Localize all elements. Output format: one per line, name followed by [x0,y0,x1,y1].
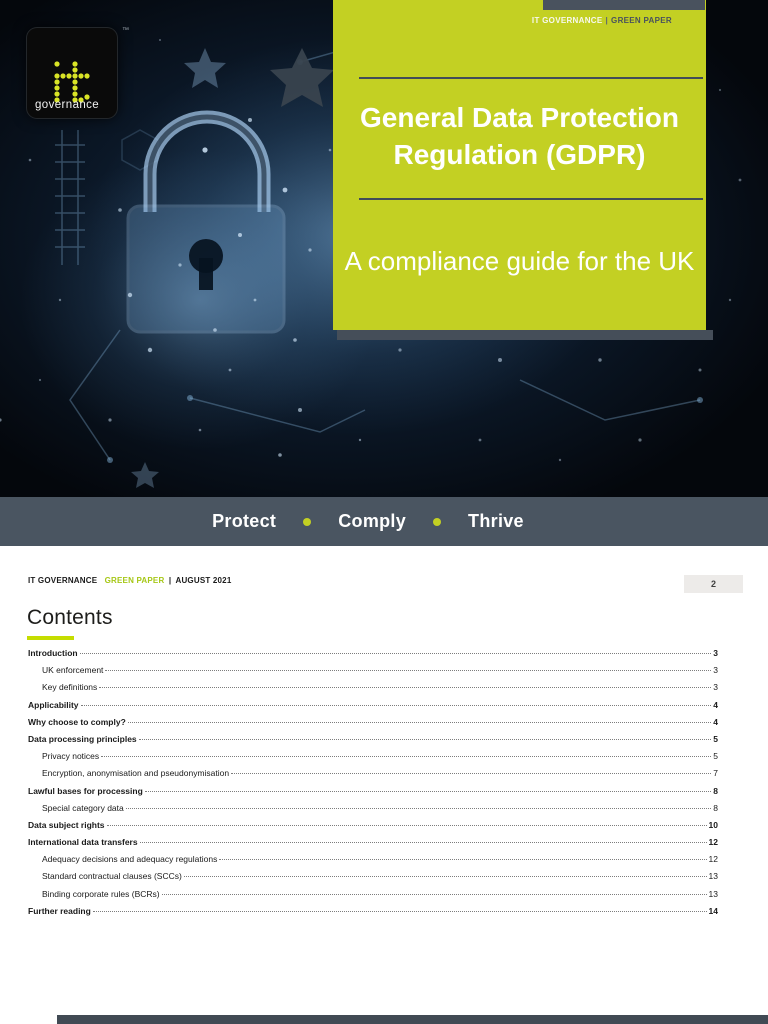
title-divider-top [359,77,703,79]
toc-entry[interactable]: International data transfers 12 [28,834,718,851]
toc-entry-page-number: 7 [713,768,718,779]
toc-entry[interactable]: Why choose to comply? 4 [28,714,718,731]
kicker-brand: IT GOVERNANCE [531,16,603,25]
tagline-thrive: Thrive [468,511,524,531]
toc-entry-page-number: 5 [713,733,718,744]
kicker-separator: | [605,16,609,25]
toc-entry[interactable]: Further reading 14 [28,903,718,920]
toc-entry-page-number: 12 [708,854,718,865]
toc-dotted-leader [79,653,712,654]
toc-entry-label: Further reading [28,905,91,916]
cover-title-line2: Regulation (GDPR) [393,139,646,170]
toc-entry-label: Introduction [28,648,78,658]
toc-entry-page-number: 13 [708,871,718,882]
toc-dotted-leader [183,876,707,878]
tagline-dot-icon [433,517,442,526]
toc-entry[interactable]: Applicability 4 [28,697,718,714]
cover-subtitle: A compliance guide for the UK [344,246,695,276]
contents-page: IT GOVERNANCE GREEN PAPER | AUGUST 2021 … [0,546,768,1015]
header-separator: | [168,576,172,585]
toc-entry-page-number: 5 [713,751,718,762]
toc-entry-page-number: 4 [713,699,718,710]
page-number-badge: 2 [684,575,743,593]
toc-entry-label: Applicability [28,699,79,710]
toc-entry-label: Special category data [42,802,124,813]
cover-page: ™ governance IT GOVERNANCE | GREEN PAPER G… [0,0,768,497]
contents-heading-underline [27,636,74,640]
toc-dotted-leader [219,859,707,861]
toc-entry[interactable]: Data processing principles 5 [28,731,718,748]
header-date: AUGUST 2021 [175,576,232,585]
toc-dotted-leader [101,756,712,758]
toc-entry[interactable]: Adequacy decisions and adequacy regulati… [28,851,718,868]
toc-entry-page-number: 12 [708,837,718,848]
toc-entry-page-number: 3 [713,665,718,676]
toc-dotted-leader [80,704,712,706]
table-of-contents: Introduction 3 UK enforcement 3 Key definiti… [28,645,718,920]
toc-dotted-leader [138,738,712,740]
cover-title: General Data Protection Regulation (GDPR… [333,99,706,173]
cover-title-line1: General Data Protection [360,102,679,133]
toc-entry[interactable]: Encryption, anonymisation and pseudonymi… [28,765,718,782]
cover-kicker: IT GOVERNANCE | GREEN PAPER [532,16,672,25]
toc-entry-label: Lawful bases for processing [28,785,143,796]
toc-entry-label: Binding corporate rules (BCRs) [42,888,160,899]
panel-drop-shadow [337,330,713,340]
toc-entry[interactable]: Lawful bases for processing 8 [28,783,718,800]
toc-entry[interactable]: Introduction 3 [28,645,718,662]
toc-entry-page-number: 8 [713,802,718,813]
toc-entry-label: Data subject rights [28,819,105,830]
toc-entry-label: UK enforcement [42,665,104,676]
kicker-type: GREEN PAPER [611,16,672,25]
cover-title-panel: IT GOVERNANCE | GREEN PAPER General Data P… [333,0,706,330]
toc-dotted-leader [99,687,712,689]
toc-entry-page-number: 3 [713,648,718,658]
next-page-top-edge [57,1015,768,1024]
toc-dotted-leader [105,670,712,672]
toc-dotted-leader [144,790,712,792]
toc-entry-label: Key definitions [42,682,98,693]
toc-entry[interactable]: Key definitions 3 [28,679,718,696]
toc-dotted-leader [231,773,712,775]
toc-entry-label: Why choose to comply? [28,716,126,727]
it-governance-logo: ™ governance [27,27,129,118]
toc-entry-page-number: 8 [713,785,718,796]
toc-entry[interactable]: Data subject rights 10 [28,817,718,834]
toc-entry[interactable]: Special category data 8 [28,800,718,817]
tagline-bar: Protect Comply Thrive [0,497,768,546]
toc-entry-page-number: 10 [708,819,718,830]
title-divider-bottom [359,198,703,200]
header-brand: IT GOVERNANCE [28,576,98,585]
panel-top-accent-bar [543,0,705,10]
toc-dotted-leader [139,842,707,844]
toc-entry[interactable]: Binding corporate rules (BCRs) 13 [28,886,718,903]
tagline-comply: Comply [338,511,407,531]
toc-dotted-leader [92,910,707,912]
toc-dotted-leader [127,721,712,723]
logo-governance-text: governance [35,99,100,111]
toc-entry-label: Standard contractual clauses (SCCs) [42,871,182,882]
toc-dotted-leader [125,807,712,809]
toc-entry-label: Data processing principles [28,733,137,744]
toc-entry-page-number: 3 [713,682,718,693]
contents-heading: Contents [27,606,113,629]
toc-entry-page-number: 14 [708,905,718,916]
toc-entry-label: Encryption, anonymisation and pseudonymi… [42,768,230,779]
toc-entry-page-number: 4 [713,716,718,727]
trademark-symbol: ™ [122,27,129,34]
toc-entry-label: Adequacy decisions and adequacy regulati… [42,854,218,865]
tagline-dot-icon [303,517,312,526]
toc-entry-page-number: 13 [708,888,718,899]
page-header: IT GOVERNANCE GREEN PAPER | AUGUST 2021 [28,576,231,585]
toc-entry[interactable]: Standard contractual clauses (SCCs) 13 [28,868,718,885]
toc-entry-label: International data transfers [28,837,138,848]
toc-dotted-leader [106,824,707,826]
header-type: GREEN PAPER [104,576,165,585]
toc-entry-label: Privacy notices [42,751,100,762]
toc-entry[interactable]: UK enforcement 3 [28,662,718,679]
tagline-protect: Protect [212,511,277,531]
toc-entry[interactable]: Privacy notices 5 [28,748,718,765]
toc-dotted-leader [161,893,707,895]
